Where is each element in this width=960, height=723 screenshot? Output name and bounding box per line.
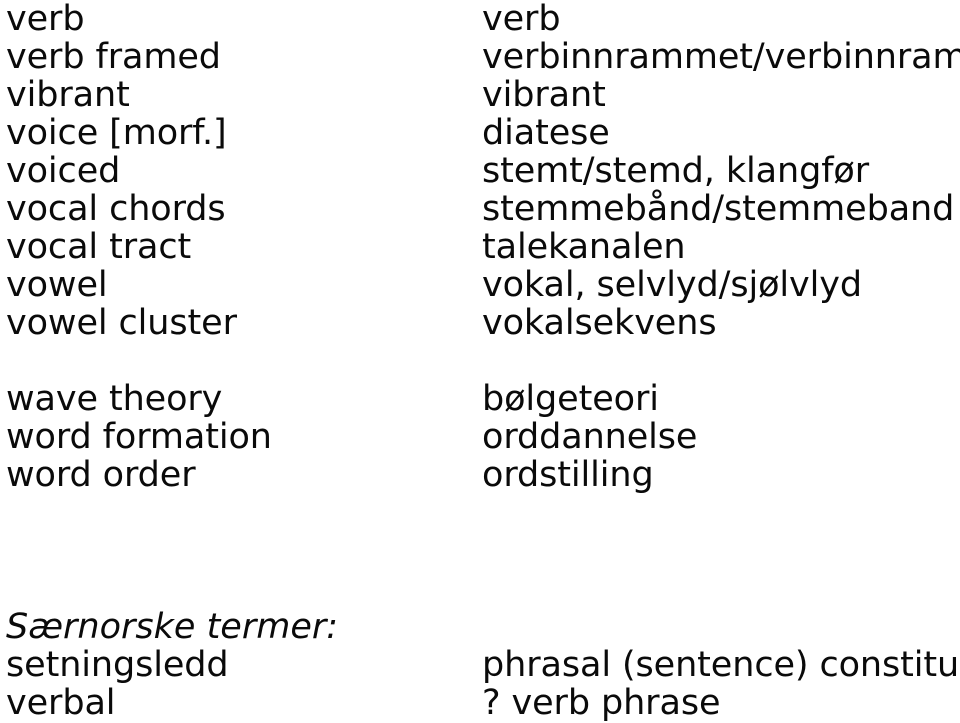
- glossary-table: verb verb verb framed verbinnrammet/verb…: [0, 0, 960, 722]
- glossary-row: voiced stemt/stemd, klangfør: [0, 152, 960, 190]
- term-english: vibrant: [6, 75, 130, 115]
- term-norwegian: diatese: [482, 113, 610, 153]
- term-english: vocal chords: [6, 189, 226, 229]
- term-norwegian: stemmebånd/stemmeband: [482, 189, 955, 229]
- term-english: voice [morf.]: [6, 113, 227, 153]
- term-english: phrasal (sentence) constituent: [482, 645, 960, 685]
- term-english: word order: [6, 455, 196, 495]
- section-heading-row: Særnorske termer:: [0, 608, 960, 646]
- term-norwegian: verb: [482, 0, 561, 39]
- glossary-row: word order ordstilling: [0, 456, 960, 494]
- term-norwegian: talekanalen: [482, 227, 686, 267]
- glossary-row: vowel vokal, selvlyd/sjølvlyd: [0, 266, 960, 304]
- section-row: setningsledd phrasal (sentence) constitu…: [0, 646, 960, 684]
- glossary-row: vocal chords stemmebånd/stemmeband: [0, 190, 960, 228]
- term-norwegian: setningsledd: [6, 645, 229, 685]
- term-english: word formation: [6, 417, 272, 457]
- term-english: verb framed: [6, 37, 221, 77]
- term-english: vocal tract: [6, 227, 192, 267]
- slide-canvas: verb verb verb framed verbinnrammet/verb…: [0, 0, 960, 722]
- term-english: vowel: [6, 265, 108, 305]
- term-norwegian: vibrant: [482, 75, 606, 115]
- glossary-row: verb verb: [0, 0, 960, 38]
- term-norwegian: stemt/stemd, klangfør: [482, 151, 870, 191]
- term-norwegian: verbinnrammet/verbinnramma: [482, 37, 960, 77]
- term-english: vowel cluster: [6, 303, 237, 343]
- term-norwegian: ordstilling: [482, 455, 654, 495]
- glossary-row: vibrant vibrant: [0, 76, 960, 114]
- term-english: ? verb phrase: [482, 683, 721, 723]
- glossary-row-spacer: [0, 342, 960, 380]
- term-english: verb: [6, 0, 85, 39]
- term-english: voiced: [6, 151, 121, 191]
- glossary-row: voice [morf.] diatese: [0, 114, 960, 152]
- section-heading: Særnorske termer:: [6, 607, 339, 647]
- term-norwegian: vokalsekvens: [482, 303, 717, 343]
- term-norwegian: verbal: [6, 683, 116, 723]
- term-norwegian: bølgeteori: [482, 379, 659, 419]
- glossary-row: word formation orddannelse: [0, 418, 960, 456]
- glossary-row: wave theory bølgeteori: [0, 380, 960, 418]
- glossary-row: vocal tract talekanalen: [0, 228, 960, 266]
- term-english: wave theory: [6, 379, 223, 419]
- term-norwegian: orddannelse: [482, 417, 698, 457]
- term-norwegian: vokal, selvlyd/sjølvlyd: [482, 265, 863, 305]
- glossary-row: vowel cluster vokalsekvens: [0, 304, 960, 342]
- glossary-row: verb framed verbinnrammet/verbinnramma: [0, 38, 960, 76]
- section-row: verbal ? verb phrase: [0, 684, 960, 722]
